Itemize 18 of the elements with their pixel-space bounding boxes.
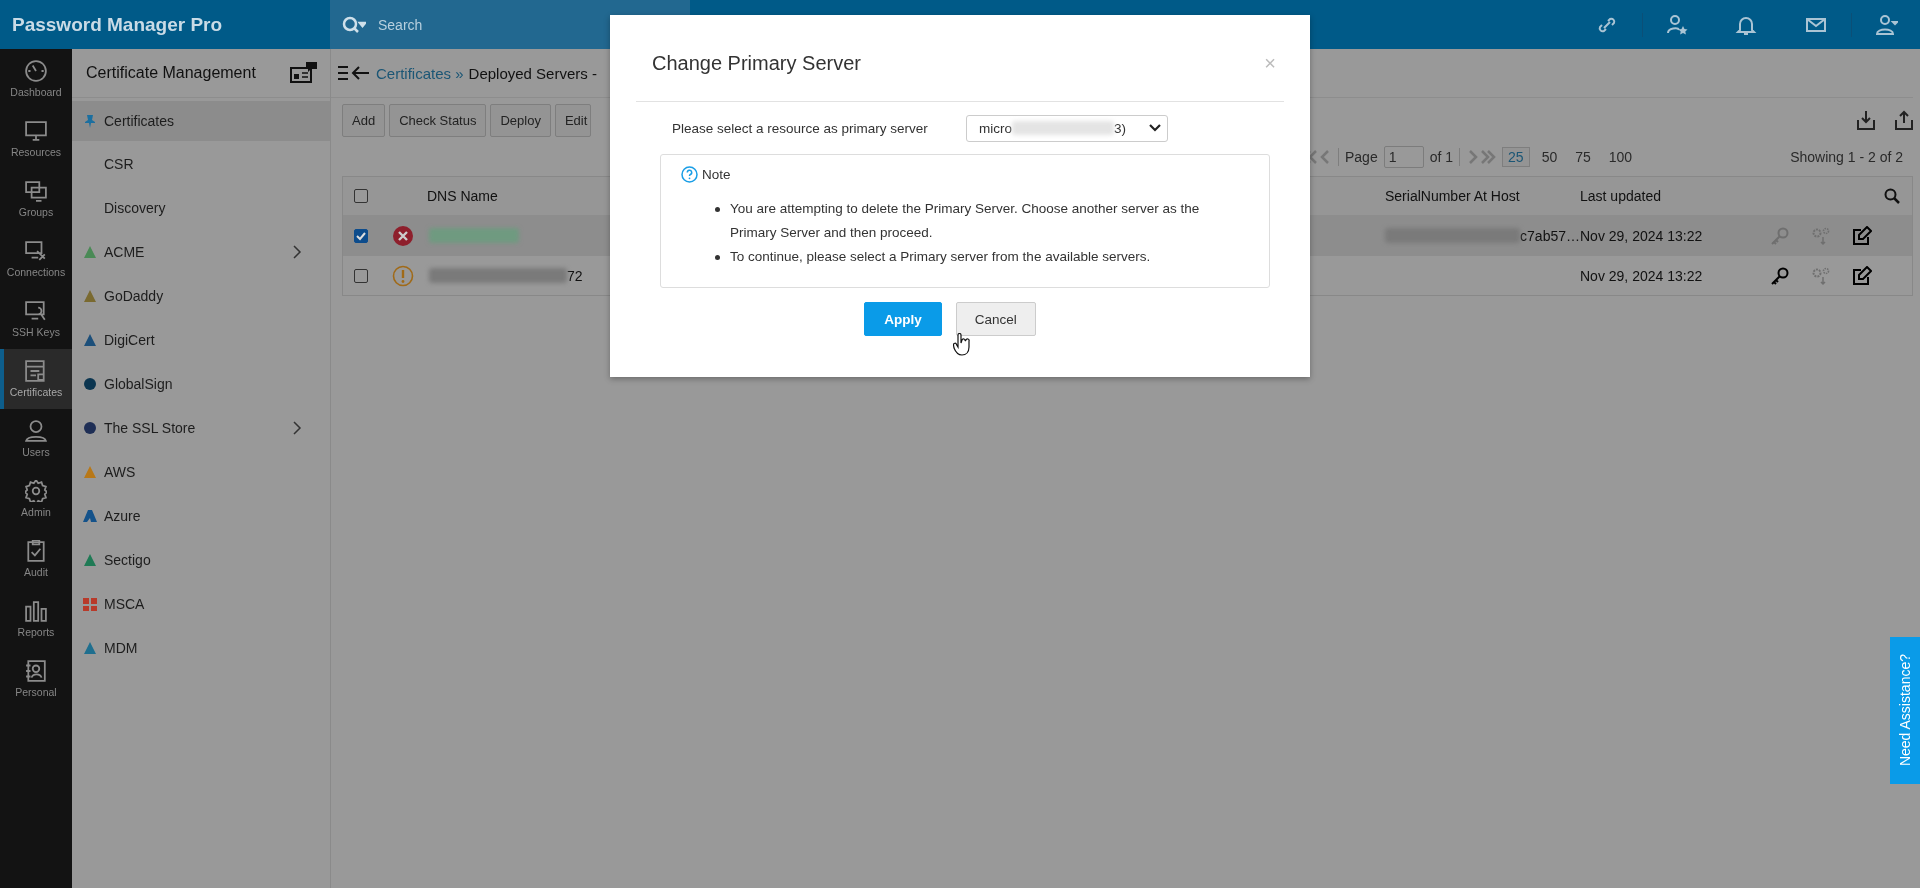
app-logo: Password Manager Pro bbox=[12, 13, 223, 36]
column-header: Last updated bbox=[1580, 188, 1662, 204]
page-label: Page bbox=[1345, 149, 1378, 165]
table-cell: 72 bbox=[567, 267, 583, 284]
note-title: Note bbox=[702, 167, 731, 182]
note-text: To continue, please select a Primary server from the available servers. bbox=[730, 248, 1151, 266]
column-header: DNS Name bbox=[427, 188, 499, 204]
column-header: SerialNumber At Host bbox=[1385, 188, 1521, 204]
page-count: of 1 bbox=[1429, 149, 1454, 165]
sidebar-title: Certificate Management bbox=[86, 64, 256, 82]
page-title: Deployed Servers - bbox=[468, 64, 597, 82]
record-count: Showing 1 - 2 of 2 bbox=[1790, 149, 1903, 165]
field-label: Please select a resource as primary server bbox=[672, 120, 929, 136]
table-cell-text: Nov 29, 2024 13:22 bbox=[1580, 267, 1704, 284]
table-cell: c7ab57… bbox=[1520, 227, 1580, 244]
note-text: You are attempting to delete the Primary Server. Choose another server as the Primary Server and then proceed. bbox=[730, 200, 1201, 242]
table-cell-text: Nov 29, 2024 13:22 bbox=[1580, 227, 1704, 244]
dialog-title: Change Primary Server bbox=[652, 51, 861, 75]
